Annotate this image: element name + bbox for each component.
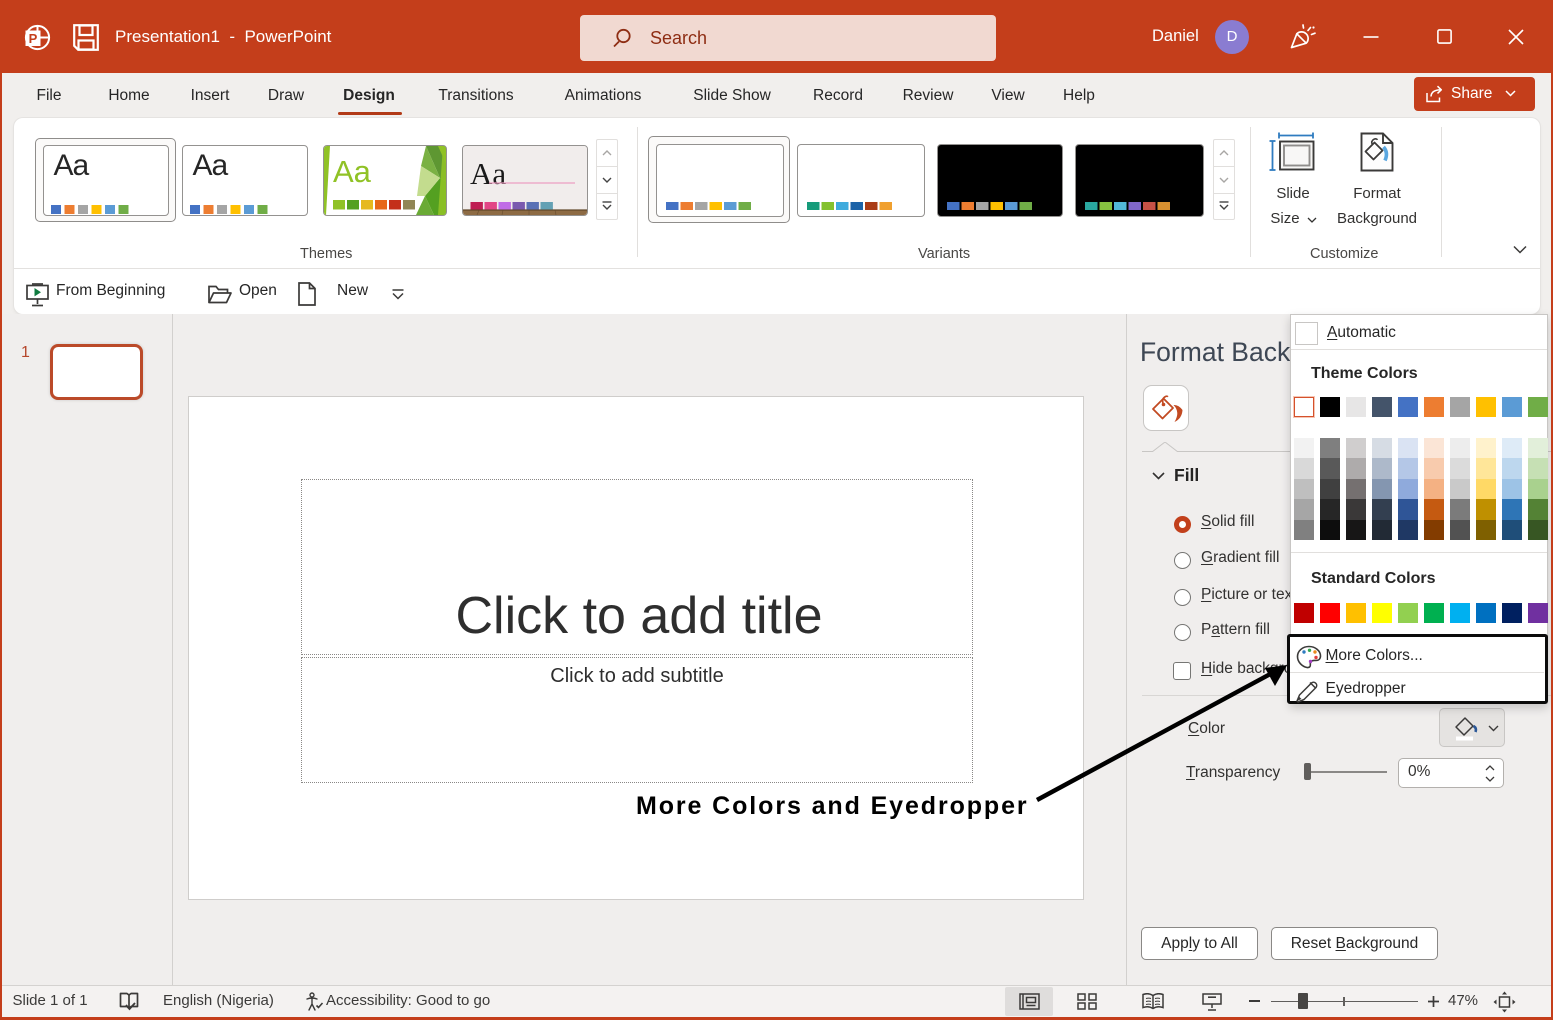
svg-text:P: P — [29, 31, 38, 46]
svg-text:Aa: Aa — [333, 154, 372, 189]
svg-text:Aa: Aa — [470, 156, 506, 191]
